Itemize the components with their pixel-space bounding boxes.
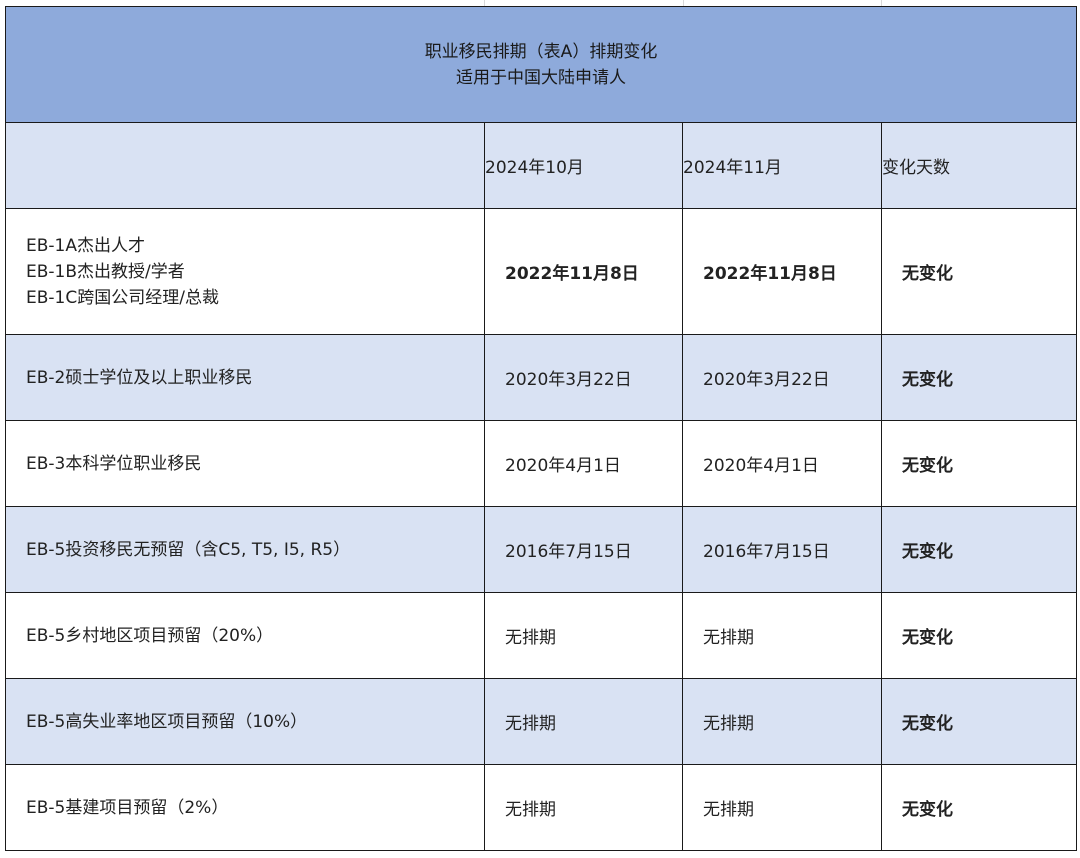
row-change: 无变化	[880, 506, 1078, 593]
header-category	[5, 122, 485, 209]
row-oct-date: 无排期	[484, 678, 683, 765]
title-line-2: 适用于中国大陆申请人	[456, 67, 626, 88]
row-nov-date: 2020年3月22日	[682, 334, 882, 421]
row-category: EB-5乡村地区项目预留（20%）	[5, 592, 485, 679]
table-row: EB-5基建项目预留（2%） 无排期 无排期 无变化	[5, 764, 1078, 851]
row-category: EB-2硕士学位及以上职业移民	[5, 334, 485, 421]
row-change: 无变化	[880, 208, 1078, 335]
category-line: EB-2硕士学位及以上职业移民	[26, 367, 253, 388]
table-row: EB-2硕士学位及以上职业移民 2020年3月22日 2020年3月22日 无变化	[5, 334, 1078, 421]
title-line-1: 职业移民排期（表A）排期变化	[424, 41, 658, 62]
table-row: EB-5乡村地区项目预留（20%） 无排期 无排期 无变化	[5, 592, 1078, 679]
table-row: EB-1A杰出人才 EB-1B杰出教授/学者 EB-1C跨国公司经理/总裁 2022年…	[5, 208, 1078, 335]
row-oct-date: 无排期	[484, 592, 683, 679]
category-line: EB-5投资移民无预留（含C5, T5, I5, R5）	[26, 539, 351, 560]
row-category: EB-5高失业率地区项目预留（10%）	[5, 678, 485, 765]
table-row: EB-5高失业率地区项目预留（10%） 无排期 无排期 无变化	[5, 678, 1078, 765]
row-oct-date: 2022年11月8日	[484, 208, 683, 335]
row-oct-date: 无排期	[484, 764, 683, 851]
row-change: 无变化	[880, 592, 1078, 679]
row-nov-date: 2016年7月15日	[682, 506, 882, 593]
row-change: 无变化	[880, 764, 1078, 851]
row-change: 无变化	[880, 678, 1078, 765]
category-line: EB-1B杰出教授/学者	[26, 261, 185, 282]
category-line: EB-5乡村地区项目预留（20%）	[26, 625, 274, 646]
category-line: EB-5基建项目预留（2%）	[26, 797, 229, 818]
row-nov-date: 2022年11月8日	[682, 208, 882, 335]
header-change: 变化天数	[880, 122, 1078, 209]
table-row: EB-3本科学位职业移民 2020年4月1日 2020年4月1日 无变化	[5, 420, 1078, 507]
row-oct-date: 2020年4月1日	[484, 420, 683, 507]
visa-bulletin-table: 职业移民排期（表A）排期变化 适用于中国大陆申请人 2024年10月 2024年…	[4, 6, 1078, 851]
title-row: 职业移民排期（表A）排期变化 适用于中国大陆申请人	[4, 6, 1078, 123]
category-line: EB-3本科学位职业移民	[26, 453, 202, 474]
row-nov-date: 无排期	[682, 764, 882, 851]
row-nov-date: 无排期	[682, 678, 882, 765]
header-oct: 2024年10月	[484, 122, 683, 209]
row-oct-date: 2016年7月15日	[484, 506, 683, 593]
row-change: 无变化	[880, 334, 1078, 421]
row-nov-date: 2020年4月1日	[682, 420, 882, 507]
table-row: EB-5投资移民无预留（含C5, T5, I5, R5） 2016年7月15日 20…	[5, 506, 1078, 593]
row-category: EB-5投资移民无预留（含C5, T5, I5, R5）	[5, 506, 485, 593]
header-nov: 2024年11月	[682, 122, 882, 209]
row-category: EB-1A杰出人才 EB-1B杰出教授/学者 EB-1C跨国公司经理/总裁	[5, 208, 485, 335]
table-title: 职业移民排期（表A）排期变化 适用于中国大陆申请人	[4, 6, 1078, 123]
row-oct-date: 2020年3月22日	[484, 334, 683, 421]
category-line: EB-1C跨国公司经理/总裁	[26, 287, 219, 308]
category-line: EB-5高失业率地区项目预留（10%）	[26, 711, 308, 732]
row-category: EB-5基建项目预留（2%）	[5, 764, 485, 851]
row-change: 无变化	[880, 420, 1078, 507]
header-row: 2024年10月 2024年11月 变化天数	[5, 122, 1078, 209]
row-nov-date: 无排期	[682, 592, 882, 679]
category-line: EB-1A杰出人才	[26, 235, 145, 256]
row-category: EB-3本科学位职业移民	[5, 420, 485, 507]
